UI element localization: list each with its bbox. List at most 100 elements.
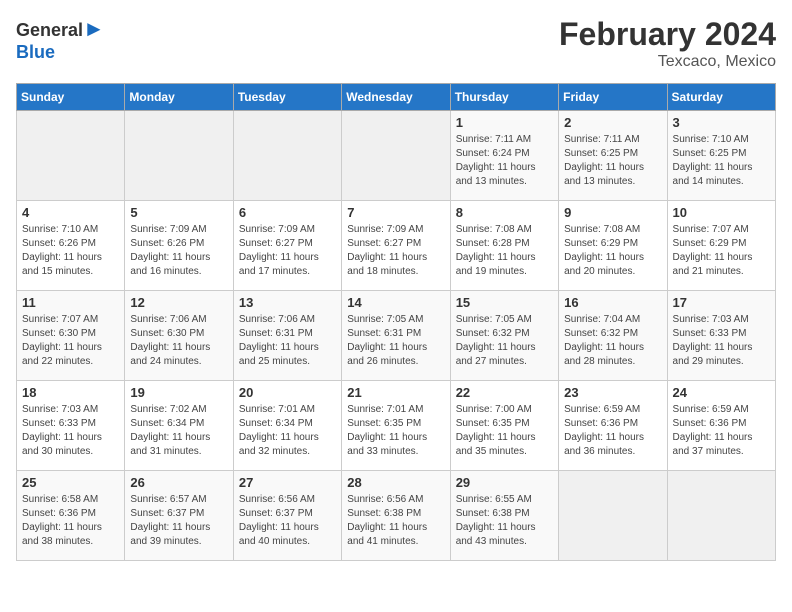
calendar-cell: 26 Sunrise: 6:57 AM Sunset: 6:37 PM Dayli… [125, 471, 233, 561]
day-info: Sunrise: 7:09 AM Sunset: 6:27 PM Dayligh… [347, 223, 444, 279]
day-number: 11 [22, 295, 119, 310]
calendar-header-day: Sunday [17, 84, 125, 111]
day-info: Sunrise: 6:57 AM Sunset: 6:37 PM Dayligh… [130, 493, 227, 549]
day-number: 14 [347, 295, 444, 310]
calendar-header-day: Saturday [667, 84, 775, 111]
day-info: Sunrise: 6:56 AM Sunset: 6:38 PM Dayligh… [347, 493, 444, 549]
calendar-cell [559, 471, 667, 561]
calendar-cell: 10 Sunrise: 7:07 AM Sunset: 6:29 PM Dayli… [667, 201, 775, 291]
location-title: Texcaco, Mexico [559, 53, 776, 71]
day-info: Sunrise: 7:01 AM Sunset: 6:34 PM Dayligh… [239, 403, 336, 459]
day-number: 5 [130, 205, 227, 220]
calendar-cell: 1Sunrise: 7:11 AM Sunset: 6:24 PM Daylig… [450, 111, 558, 201]
calendar-cell: 24 Sunrise: 6:59 AM Sunset: 6:36 PM Dayli… [667, 381, 775, 471]
logo-blue-text: Blue [16, 42, 55, 62]
calendar-week-row: 1Sunrise: 7:11 AM Sunset: 6:24 PM Daylig… [17, 111, 776, 201]
calendar-cell: 23Sunrise: 6:59 AM Sunset: 6:36 PM Dayli… [559, 381, 667, 471]
day-info: Sunrise: 6:58 AM Sunset: 6:36 PM Dayligh… [22, 493, 119, 549]
calendar-cell: 25 Sunrise: 6:58 AM Sunset: 6:36 PM Dayli… [17, 471, 125, 561]
calendar-cell [342, 111, 450, 201]
month-title: February 2024 [559, 16, 776, 53]
day-number: 2 [564, 115, 661, 130]
day-info: Sunrise: 7:10 AM Sunset: 6:25 PM Dayligh… [673, 133, 770, 189]
calendar-body: 1Sunrise: 7:11 AM Sunset: 6:24 PM Daylig… [17, 111, 776, 561]
calendar-header-row: SundayMondayTuesdayWednesdayThursdayFrid… [17, 84, 776, 111]
calendar-cell: 19 Sunrise: 7:02 AM Sunset: 6:34 PM Dayli… [125, 381, 233, 471]
calendar-header-day: Monday [125, 84, 233, 111]
title-area: February 2024 Texcaco, Mexico [559, 16, 776, 71]
header: General► Blue February 2024 Texcaco, Mex… [16, 16, 776, 71]
day-number: 26 [130, 475, 227, 490]
day-info: Sunrise: 7:02 AM Sunset: 6:34 PM Dayligh… [130, 403, 227, 459]
day-info: Sunrise: 7:09 AM Sunset: 6:26 PM Dayligh… [130, 223, 227, 279]
day-number: 4 [22, 205, 119, 220]
day-info: Sunrise: 7:05 AM Sunset: 6:32 PM Dayligh… [456, 313, 553, 369]
calendar-cell: 3 Sunrise: 7:10 AM Sunset: 6:25 PM Daylig… [667, 111, 775, 201]
day-info: Sunrise: 7:06 AM Sunset: 6:30 PM Dayligh… [130, 313, 227, 369]
day-number: 9 [564, 205, 661, 220]
calendar-cell: 22Sunrise: 7:00 AM Sunset: 6:35 PM Dayli… [450, 381, 558, 471]
calendar-cell [667, 471, 775, 561]
day-number: 18 [22, 385, 119, 400]
calendar-cell: 8Sunrise: 7:08 AM Sunset: 6:28 PM Daylig… [450, 201, 558, 291]
calendar-cell [125, 111, 233, 201]
day-info: Sunrise: 7:08 AM Sunset: 6:28 PM Dayligh… [456, 223, 553, 279]
day-number: 6 [239, 205, 336, 220]
day-number: 20 [239, 385, 336, 400]
calendar-cell [17, 111, 125, 201]
day-info: Sunrise: 7:09 AM Sunset: 6:27 PM Dayligh… [239, 223, 336, 279]
day-info: Sunrise: 7:07 AM Sunset: 6:29 PM Dayligh… [673, 223, 770, 279]
day-info: Sunrise: 7:06 AM Sunset: 6:31 PM Dayligh… [239, 313, 336, 369]
day-number: 12 [130, 295, 227, 310]
day-number: 22 [456, 385, 553, 400]
calendar-week-row: 25 Sunrise: 6:58 AM Sunset: 6:36 PM Dayli… [17, 471, 776, 561]
day-info: Sunrise: 6:59 AM Sunset: 6:36 PM Dayligh… [673, 403, 770, 459]
day-info: Sunrise: 7:07 AM Sunset: 6:30 PM Dayligh… [22, 313, 119, 369]
day-info: Sunrise: 6:55 AM Sunset: 6:38 PM Dayligh… [456, 493, 553, 549]
calendar-cell: 7 Sunrise: 7:09 AM Sunset: 6:27 PM Daylig… [342, 201, 450, 291]
day-number: 3 [673, 115, 770, 130]
calendar-table: SundayMondayTuesdayWednesdayThursdayFrid… [16, 83, 776, 561]
calendar-cell: 20 Sunrise: 7:01 AM Sunset: 6:34 PM Dayli… [233, 381, 341, 471]
day-number: 13 [239, 295, 336, 310]
calendar-cell: 4 Sunrise: 7:10 AM Sunset: 6:26 PM Daylig… [17, 201, 125, 291]
day-info: Sunrise: 7:08 AM Sunset: 6:29 PM Dayligh… [564, 223, 661, 279]
day-number: 28 [347, 475, 444, 490]
day-number: 24 [673, 385, 770, 400]
calendar-cell: 17Sunrise: 7:03 AM Sunset: 6:33 PM Dayli… [667, 291, 775, 381]
day-number: 25 [22, 475, 119, 490]
day-info: Sunrise: 6:59 AM Sunset: 6:36 PM Dayligh… [564, 403, 661, 459]
day-number: 16 [564, 295, 661, 310]
calendar-header-day: Friday [559, 84, 667, 111]
calendar-header-day: Tuesday [233, 84, 341, 111]
day-info: Sunrise: 7:11 AM Sunset: 6:25 PM Dayligh… [564, 133, 661, 189]
day-info: Sunrise: 7:03 AM Sunset: 6:33 PM Dayligh… [673, 313, 770, 369]
calendar-cell: 6 Sunrise: 7:09 AM Sunset: 6:27 PM Daylig… [233, 201, 341, 291]
day-number: 19 [130, 385, 227, 400]
calendar-cell: 29 Sunrise: 6:55 AM Sunset: 6:38 PM Dayli… [450, 471, 558, 561]
calendar-cell: 5 Sunrise: 7:09 AM Sunset: 6:26 PM Daylig… [125, 201, 233, 291]
day-info: Sunrise: 7:11 AM Sunset: 6:24 PM Dayligh… [456, 133, 553, 189]
calendar-cell: 15Sunrise: 7:05 AM Sunset: 6:32 PM Dayli… [450, 291, 558, 381]
day-number: 7 [347, 205, 444, 220]
calendar-header-day: Thursday [450, 84, 558, 111]
calendar-cell: 18 Sunrise: 7:03 AM Sunset: 6:33 PM Dayli… [17, 381, 125, 471]
day-info: Sunrise: 7:03 AM Sunset: 6:33 PM Dayligh… [22, 403, 119, 459]
calendar-cell: 27Sunrise: 6:56 AM Sunset: 6:37 PM Dayli… [233, 471, 341, 561]
calendar-header-day: Wednesday [342, 84, 450, 111]
day-number: 10 [673, 205, 770, 220]
day-number: 27 [239, 475, 336, 490]
calendar-cell: 11 Sunrise: 7:07 AM Sunset: 6:30 PM Dayli… [17, 291, 125, 381]
calendar-cell: 21Sunrise: 7:01 AM Sunset: 6:35 PM Dayli… [342, 381, 450, 471]
calendar-cell: 12 Sunrise: 7:06 AM Sunset: 6:30 PM Dayli… [125, 291, 233, 381]
calendar-week-row: 4 Sunrise: 7:10 AM Sunset: 6:26 PM Daylig… [17, 201, 776, 291]
calendar-cell [233, 111, 341, 201]
calendar-cell: 2 Sunrise: 7:11 AM Sunset: 6:25 PM Daylig… [559, 111, 667, 201]
day-info: Sunrise: 7:01 AM Sunset: 6:35 PM Dayligh… [347, 403, 444, 459]
day-info: Sunrise: 7:10 AM Sunset: 6:26 PM Dayligh… [22, 223, 119, 279]
logo-bird-icon: ► [83, 16, 105, 41]
day-info: Sunrise: 7:05 AM Sunset: 6:31 PM Dayligh… [347, 313, 444, 369]
calendar-cell: 9 Sunrise: 7:08 AM Sunset: 6:29 PM Daylig… [559, 201, 667, 291]
calendar-cell: 14 Sunrise: 7:05 AM Sunset: 6:31 PM Dayli… [342, 291, 450, 381]
day-number: 29 [456, 475, 553, 490]
